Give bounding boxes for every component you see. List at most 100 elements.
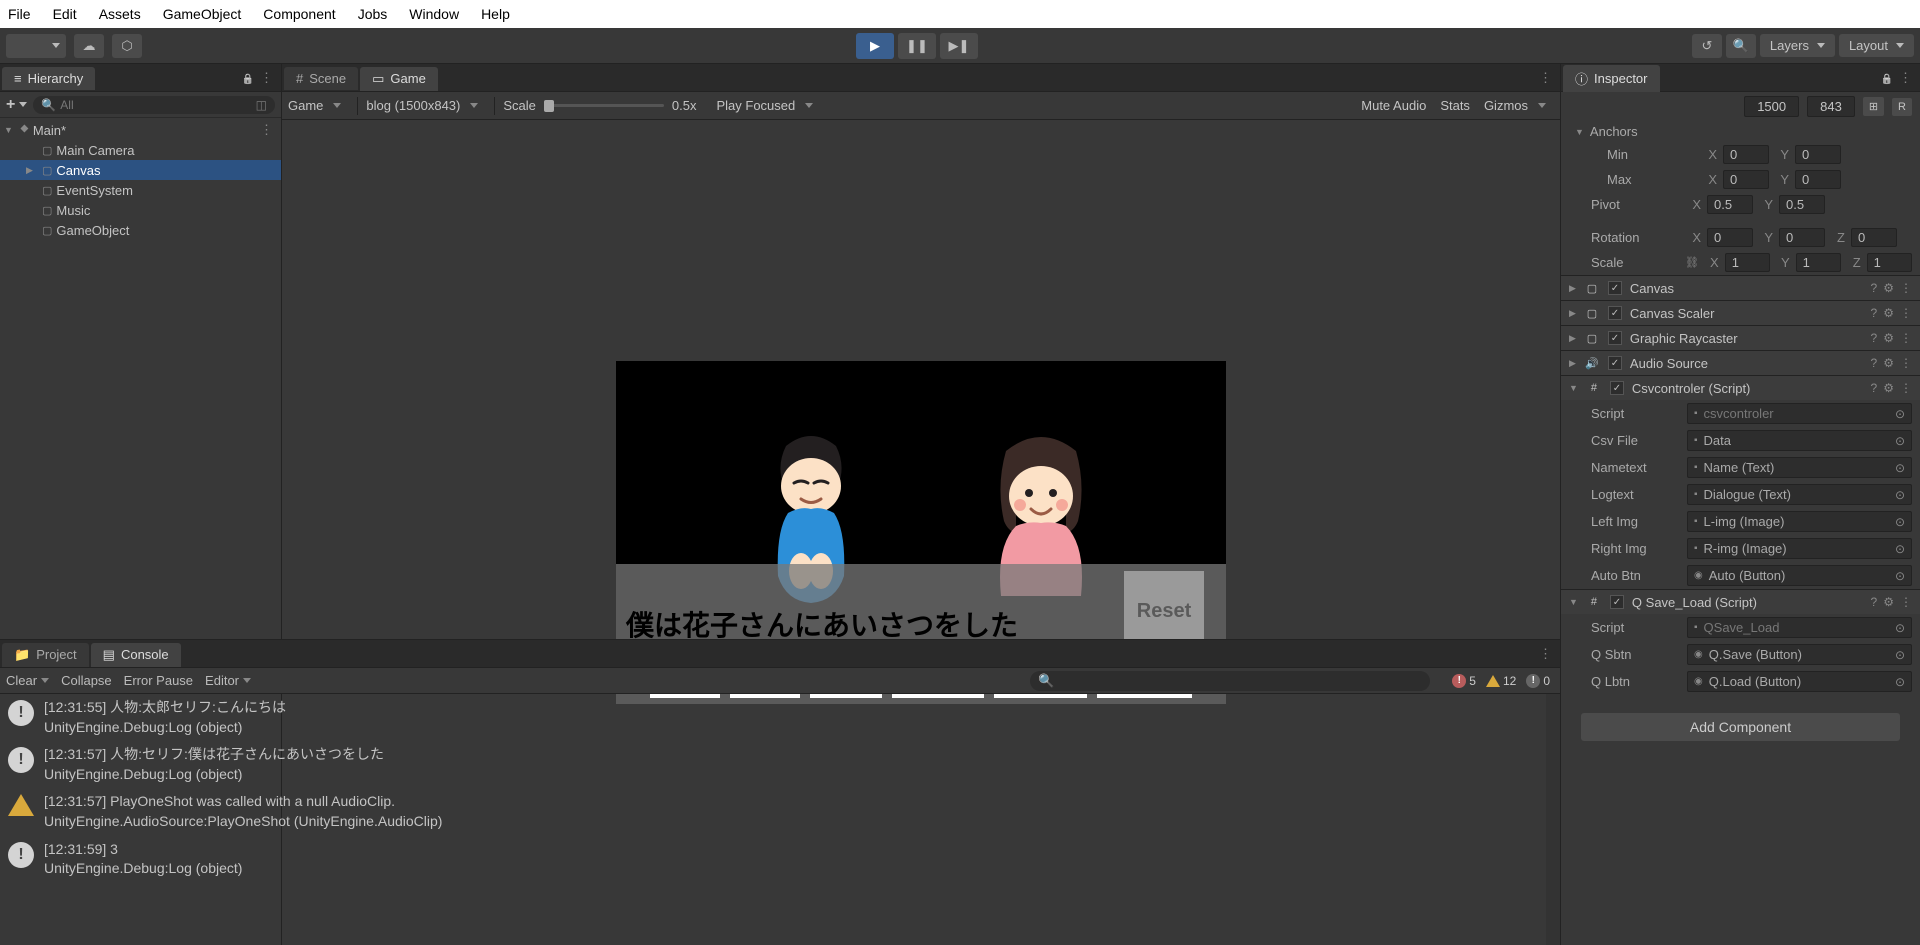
menu-jobs[interactable]: Jobs	[358, 6, 388, 22]
width-field[interactable]: 1500	[1744, 96, 1799, 117]
layers-dropdown[interactable]: Layers	[1760, 34, 1835, 57]
tab-console[interactable]: ▤Console	[91, 643, 181, 667]
scale-x[interactable]: 1	[1725, 253, 1770, 272]
blueprint-mode-icon[interactable]: R	[1892, 98, 1912, 116]
account-dropdown[interactable]	[6, 34, 66, 58]
component-qsaveload[interactable]: ▼#✓Q Save_Load (Script) ?⚙	[1561, 590, 1920, 614]
preset-icon[interactable]: ⚙	[1883, 381, 1894, 395]
component-canvas[interactable]: ▶▢✓Canvas ?⚙	[1561, 276, 1920, 300]
search-by-type-icon[interactable]: ◫	[256, 98, 267, 112]
pivot-x[interactable]: 0.5	[1707, 195, 1753, 214]
tab-hierarchy[interactable]: ≡ Hierarchy	[2, 67, 95, 90]
object-field[interactable]: ◉Q.Save (Button)⊙	[1687, 644, 1912, 665]
help-icon[interactable]: ?	[1871, 306, 1878, 320]
scene-row[interactable]: ▼⯁ Main*	[0, 120, 281, 140]
help-icon[interactable]: ?	[1871, 356, 1878, 370]
log-entry[interactable]: ! [12:31:59] 3UnityEngine.Debug:Log (obj…	[0, 836, 1546, 883]
anchor-min-x[interactable]: 0	[1723, 145, 1769, 164]
menu-edit[interactable]: Edit	[53, 6, 77, 22]
lock-icon[interactable]	[242, 70, 254, 85]
collapse-toggle[interactable]: Collapse	[61, 673, 112, 688]
error-pause-toggle[interactable]: Error Pause	[124, 673, 193, 688]
scale-z[interactable]: 1	[1867, 253, 1912, 272]
anchor-min-y[interactable]: 0	[1795, 145, 1841, 164]
preset-icon[interactable]: ⚙	[1883, 595, 1894, 609]
hierarchy-item[interactable]: ▢EventSystem	[0, 180, 281, 200]
layout-dropdown[interactable]: Layout	[1839, 34, 1914, 57]
gizmos-dropdown[interactable]: Gizmos	[1484, 98, 1554, 113]
object-field[interactable]: ▪Dialogue (Text)⊙	[1687, 484, 1912, 505]
rotation-y[interactable]: 0	[1779, 228, 1825, 247]
hierarchy-item[interactable]: ▢Main Camera	[0, 140, 281, 160]
scrollbar[interactable]	[1546, 694, 1560, 945]
object-field[interactable]: ◉Auto (Button)⊙	[1687, 565, 1912, 586]
component-audio-source[interactable]: ▶🔊✓Audio Source ?⚙	[1561, 351, 1920, 375]
anchor-preset-icon[interactable]: ⊞	[1863, 97, 1884, 116]
hierarchy-search[interactable]: 🔍 All ◫	[33, 96, 275, 114]
step-button[interactable]: ▶❚	[940, 33, 978, 59]
tab-game[interactable]: ▭Game	[360, 67, 438, 91]
anchor-max-x[interactable]: 0	[1723, 170, 1769, 189]
panel-menu-icon[interactable]	[1539, 70, 1552, 86]
menu-help[interactable]: Help	[481, 6, 510, 22]
help-icon[interactable]: ?	[1871, 381, 1878, 395]
menu-component[interactable]: Component	[263, 6, 335, 22]
component-csvcontroler[interactable]: ▼#✓Csvcontroler (Script) ?⚙	[1561, 376, 1920, 400]
editor-dropdown[interactable]: Editor	[205, 673, 251, 688]
height-field[interactable]: 843	[1807, 96, 1855, 117]
help-icon[interactable]: ?	[1871, 595, 1878, 609]
add-component-button[interactable]: Add Component	[1581, 713, 1900, 741]
scale-y[interactable]: 1	[1796, 253, 1841, 272]
cloud-icon[interactable]: ☁	[74, 34, 104, 58]
object-field[interactable]: ▪L-img (Image)⊙	[1687, 511, 1912, 532]
rotation-x[interactable]: 0	[1707, 228, 1753, 247]
hierarchy-item[interactable]: ▢Music	[0, 200, 281, 220]
preset-icon[interactable]: ⚙	[1883, 356, 1894, 370]
panel-menu-icon[interactable]	[1539, 646, 1552, 662]
menu-window[interactable]: Window	[409, 6, 459, 22]
object-field[interactable]: ▪Data⊙	[1687, 430, 1912, 451]
help-icon[interactable]: ?	[1871, 281, 1878, 295]
aspect-dropdown[interactable]: blog (1500x843)	[366, 98, 486, 113]
mute-audio-toggle[interactable]: Mute Audio	[1361, 98, 1426, 113]
play-button[interactable]: ▶	[856, 33, 894, 59]
object-field[interactable]: ◉Q.Load (Button)⊙	[1687, 671, 1912, 692]
play-focused-dropdown[interactable]: Play Focused	[716, 98, 821, 113]
clear-button[interactable]: Clear	[6, 673, 49, 688]
anchors-foldout[interactable]: ▼Anchors	[1561, 121, 1920, 142]
hierarchy-item[interactable]: ▢GameObject	[0, 220, 281, 240]
undo-history-icon[interactable]: ↺	[1692, 34, 1722, 58]
preset-icon[interactable]: ⚙	[1883, 281, 1894, 295]
object-field[interactable]: ▪R-img (Image)⊙	[1687, 538, 1912, 559]
error-count-badge[interactable]: !5	[1448, 672, 1480, 690]
object-field[interactable]: ▪Name (Text)⊙	[1687, 457, 1912, 478]
anchor-max-y[interactable]: 0	[1795, 170, 1841, 189]
create-dropdown[interactable]: +	[6, 96, 27, 114]
pivot-y[interactable]: 0.5	[1779, 195, 1825, 214]
menu-assets[interactable]: Assets	[99, 6, 141, 22]
preset-icon[interactable]: ⚙	[1883, 306, 1894, 320]
preset-icon[interactable]: ⚙	[1883, 331, 1894, 345]
log-entry[interactable]: [12:31:57] PlayOneShot was called with a…	[0, 788, 1546, 835]
console-search[interactable]: 🔍	[1030, 671, 1430, 691]
package-icon[interactable]: ⬡	[112, 34, 142, 58]
log-entry[interactable]: ! [12:31:55] 人物:太郎セリフ:こんにちはUnityEngine.D…	[0, 694, 1546, 741]
component-canvas-scaler[interactable]: ▶▢✓Canvas Scaler ?⚙	[1561, 301, 1920, 325]
info-count-badge[interactable]: !0	[1522, 672, 1554, 690]
log-entry[interactable]: ! [12:31:57] 人物:セリフ:僕は花子さんにあいさつをしたUnityE…	[0, 741, 1546, 788]
component-graphic-raycaster[interactable]: ▶▢✓Graphic Raycaster ?⚙	[1561, 326, 1920, 350]
tab-scene[interactable]: #Scene	[284, 67, 358, 90]
search-icon[interactable]: 🔍	[1726, 34, 1756, 58]
rotation-z[interactable]: 0	[1851, 228, 1897, 247]
warning-count-badge[interactable]: 12	[1482, 672, 1520, 690]
menu-gameobject[interactable]: GameObject	[163, 6, 242, 22]
panel-menu-icon[interactable]	[260, 70, 273, 86]
tab-project[interactable]: 📁Project	[2, 643, 89, 667]
tab-inspector[interactable]: ⓘInspector	[1563, 65, 1660, 92]
constrain-icon[interactable]: ⛓	[1685, 256, 1699, 269]
scale-slider[interactable]	[544, 104, 664, 107]
pause-button[interactable]: ❚❚	[898, 33, 936, 59]
panel-menu-icon[interactable]	[1899, 70, 1912, 86]
stats-toggle[interactable]: Stats	[1440, 98, 1470, 113]
menu-file[interactable]: File	[8, 6, 31, 22]
